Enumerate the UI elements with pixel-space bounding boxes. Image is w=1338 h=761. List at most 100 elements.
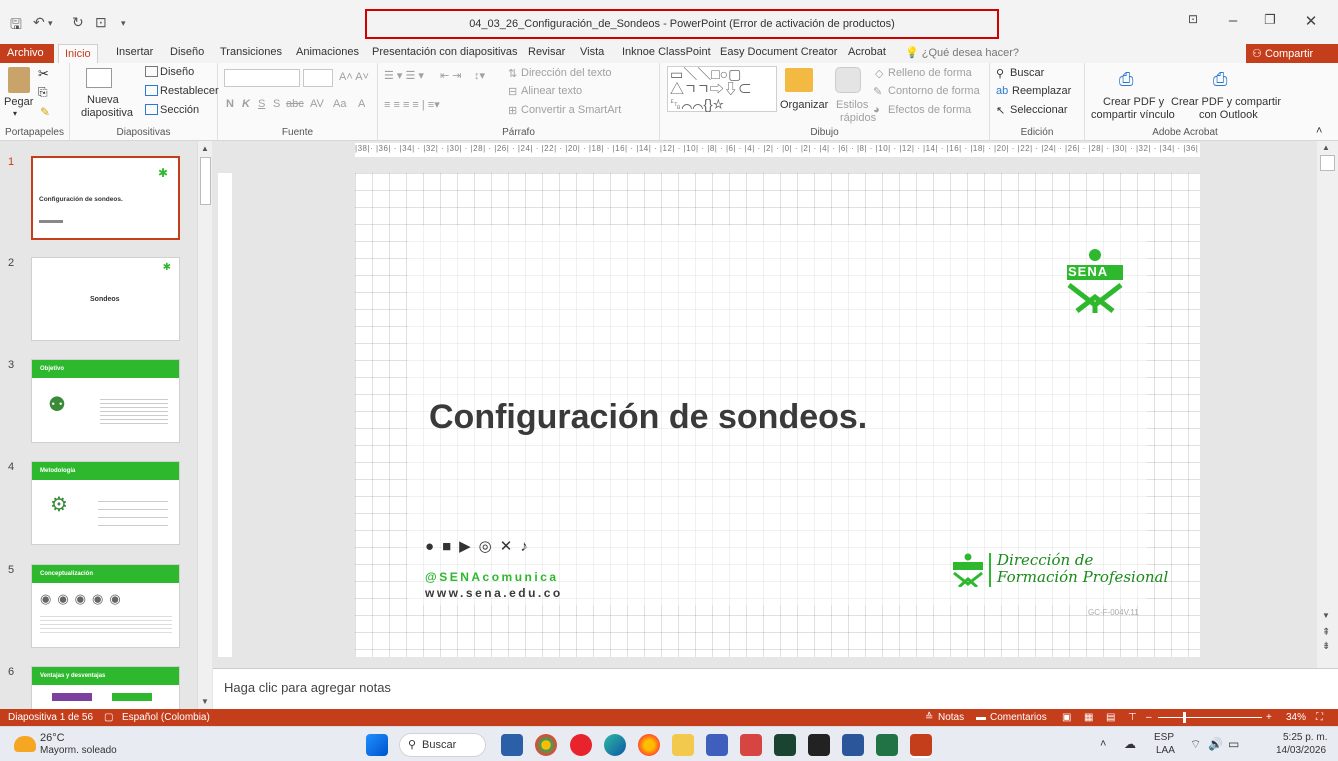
italic-icon[interactable]: K <box>242 98 250 110</box>
arrange-icon[interactable] <box>785 68 813 92</box>
powerpoint-icon[interactable] <box>910 734 932 756</box>
scroll-down-icon[interactable]: ▼ <box>1322 611 1330 620</box>
shapes-gallery[interactable]: ▭＼＼□○▢ △ㄱㄱ⇨⇩⊂ ␗⌒⌒{}☆ <box>667 66 777 112</box>
undo-dropdown-icon[interactable]: ▾ <box>48 18 53 29</box>
notepad-icon[interactable] <box>706 734 728 756</box>
next-slide-icon[interactable]: ⇟ <box>1322 641 1330 652</box>
firefox-icon[interactable] <box>638 734 660 756</box>
quick-styles-label-2[interactable]: rápidos <box>840 112 876 124</box>
tab-inicio[interactable]: Inicio <box>58 44 98 63</box>
tab-animaciones[interactable]: Animaciones <box>296 46 359 58</box>
shape-outline-icon[interactable]: ✎ <box>873 85 882 98</box>
font-size-combo[interactable] <box>303 69 333 87</box>
scroll-thumb[interactable] <box>200 157 211 205</box>
shape-fill-button[interactable]: Relleno de forma <box>888 67 972 79</box>
comments-icon[interactable]: ▬ <box>976 712 986 723</box>
new-slide-label-2[interactable]: diapositiva <box>81 107 133 119</box>
strikethrough-icon[interactable]: abc <box>286 98 304 110</box>
zoom-slider-thumb[interactable] <box>1183 712 1186 723</box>
new-slide-label-1[interactable]: Nueva <box>87 94 119 106</box>
replace-button[interactable]: Reemplazar <box>1012 85 1071 97</box>
pdf-outlook-label-1[interactable]: Crear PDF y compartir <box>1171 96 1281 108</box>
clock-time[interactable]: 5:25 p. m. <box>1283 732 1327 743</box>
tab-diseno[interactable]: Diseño <box>170 46 204 58</box>
tab-archivo[interactable]: Archivo <box>0 44 54 63</box>
restore-button[interactable]: ❐ <box>1255 12 1285 28</box>
line-spacing-icon[interactable]: ↕▾ <box>474 69 485 82</box>
pdf-share-label-1[interactable]: Crear PDF y <box>1103 96 1164 108</box>
scroll-up-icon[interactable]: ▲ <box>201 144 209 153</box>
quick-styles-label-1[interactable]: Estilos <box>836 99 868 111</box>
pdf-outlook-icon[interactable]: ⎙ <box>1213 69 1227 90</box>
copy-icon[interactable]: ⎘ <box>38 85 48 100</box>
shape-outline-button[interactable]: Contorno de forma <box>888 85 980 97</box>
bullets-icon[interactable]: ☰ ▾ ☰ ▾ <box>384 69 424 82</box>
fit-slide-icon[interactable]: ⛶ <box>1316 712 1323 723</box>
replace-icon[interactable]: ab <box>996 85 1008 97</box>
redo-icon[interactable]: ↻ <box>72 14 84 31</box>
tab-easy-document[interactable]: Easy Document Creator <box>720 46 837 58</box>
arrange-button[interactable]: Organizar <box>780 99 828 111</box>
slide-thumbnail-6[interactable]: Ventajas y desventajas <box>31 666 180 709</box>
new-slide-icon[interactable] <box>86 68 112 88</box>
align-text-button[interactable]: Alinear texto <box>521 85 582 97</box>
text-direction-icon[interactable]: ⇅ <box>508 67 517 80</box>
format-painter-icon[interactable]: ✎ <box>40 105 50 119</box>
volume-icon[interactable]: 🔊 <box>1208 737 1223 751</box>
slide-thumbnail-4[interactable]: Metodología ⚙ <box>31 461 180 545</box>
change-case-icon[interactable]: Aa <box>333 98 346 110</box>
smartart-icon[interactable]: ⊞ <box>508 104 517 117</box>
windows-start-icon[interactable] <box>366 734 388 756</box>
undo-icon[interactable]: ↶ <box>33 14 45 31</box>
collapse-ribbon-icon[interactable]: ˄ <box>1316 125 1322 137</box>
slide-thumbnail-5[interactable]: Conceptualización ◉◉◉◉◉ <box>31 564 180 648</box>
align-icons[interactable]: ≡ ≡ ≡ ≡ | ≡▾ <box>384 98 440 111</box>
tab-vista[interactable]: Vista <box>580 46 604 58</box>
pdf-share-label-2[interactable]: compartir vínculo <box>1091 109 1175 121</box>
tab-presentacion[interactable]: Presentación con diapositivas <box>372 46 518 58</box>
weather-icon[interactable] <box>14 736 36 752</box>
keyboard-layout[interactable]: LAA <box>1156 745 1175 756</box>
zoom-in-icon[interactable]: + <box>1266 712 1272 723</box>
customize-toolbar-icon[interactable]: ▾ <box>121 18 126 29</box>
tab-transiciones[interactable]: Transiciones <box>220 46 282 58</box>
grow-font-icon[interactable]: A˄ A˅ <box>339 71 369 83</box>
weather-temp[interactable]: 26°C <box>40 732 65 744</box>
thumbnails-scrollbar[interactable]: ▲ ▼ <box>197 141 212 709</box>
spacing-icon[interactable]: AV <box>310 98 324 110</box>
zoom-level[interactable]: 34% <box>1286 712 1306 723</box>
presentation-icon[interactable]: ⊡ <box>95 14 107 31</box>
language-code[interactable]: ESP <box>1154 732 1174 743</box>
tab-acrobat[interactable]: Acrobat <box>848 46 886 58</box>
zoom-slider-track[interactable] <box>1158 717 1262 718</box>
slide-thumbnail-3[interactable]: Objetivo ⚉ <box>31 359 180 443</box>
scroll-down-icon[interactable]: ▼ <box>201 697 209 706</box>
tab-classpoint[interactable]: Inknoe ClassPoint <box>622 46 711 58</box>
editor-scrollbar[interactable]: ▲ ▼ ⇞ ⇟ <box>1317 141 1338 668</box>
pdf-share-icon[interactable]: ⎙ <box>1119 69 1133 90</box>
previous-slide-icon[interactable]: ⇞ <box>1322 627 1330 638</box>
select-button[interactable]: Seleccionar <box>1010 104 1067 116</box>
clock-date[interactable]: 14/03/2026 <box>1276 745 1326 756</box>
reset-button[interactable]: Restablecer <box>160 85 219 97</box>
slide-sorter-icon[interactable]: ▦ <box>1084 712 1093 723</box>
select-icon[interactable]: ↖ <box>996 104 1005 117</box>
font-family-combo[interactable] <box>224 69 300 87</box>
shape-effects-icon[interactable]: ◕ <box>873 104 880 116</box>
shape-fill-icon[interactable]: ◇ <box>875 67 883 80</box>
slideshow-icon[interactable]: ⊤ <box>1128 712 1137 723</box>
paste-dropdown-icon[interactable]: ▾ <box>13 109 17 118</box>
find-button[interactable]: Buscar <box>1010 67 1044 79</box>
cloud-icon[interactable]: ☁ <box>1124 737 1136 751</box>
notes-pane[interactable]: Haga clic para agregar notas <box>213 668 1338 709</box>
wifi-icon[interactable]: ⌔ <box>1190 737 1201 752</box>
language-indicator[interactable]: Español (Colombia) <box>122 712 210 723</box>
weather-desc[interactable]: Mayorm. soleado <box>40 745 117 756</box>
minimize-button[interactable]: – <box>1218 12 1248 29</box>
notes-icon[interactable]: ≙ <box>925 712 933 723</box>
zoom-out-icon[interactable]: – <box>1146 712 1152 723</box>
word-icon[interactable] <box>842 734 864 756</box>
sticky-notes-icon[interactable] <box>808 734 830 756</box>
battery-icon[interactable]: ▭ <box>1228 737 1239 751</box>
tell-me-box[interactable]: 💡 ¿Qué desea hacer? <box>905 46 1019 59</box>
